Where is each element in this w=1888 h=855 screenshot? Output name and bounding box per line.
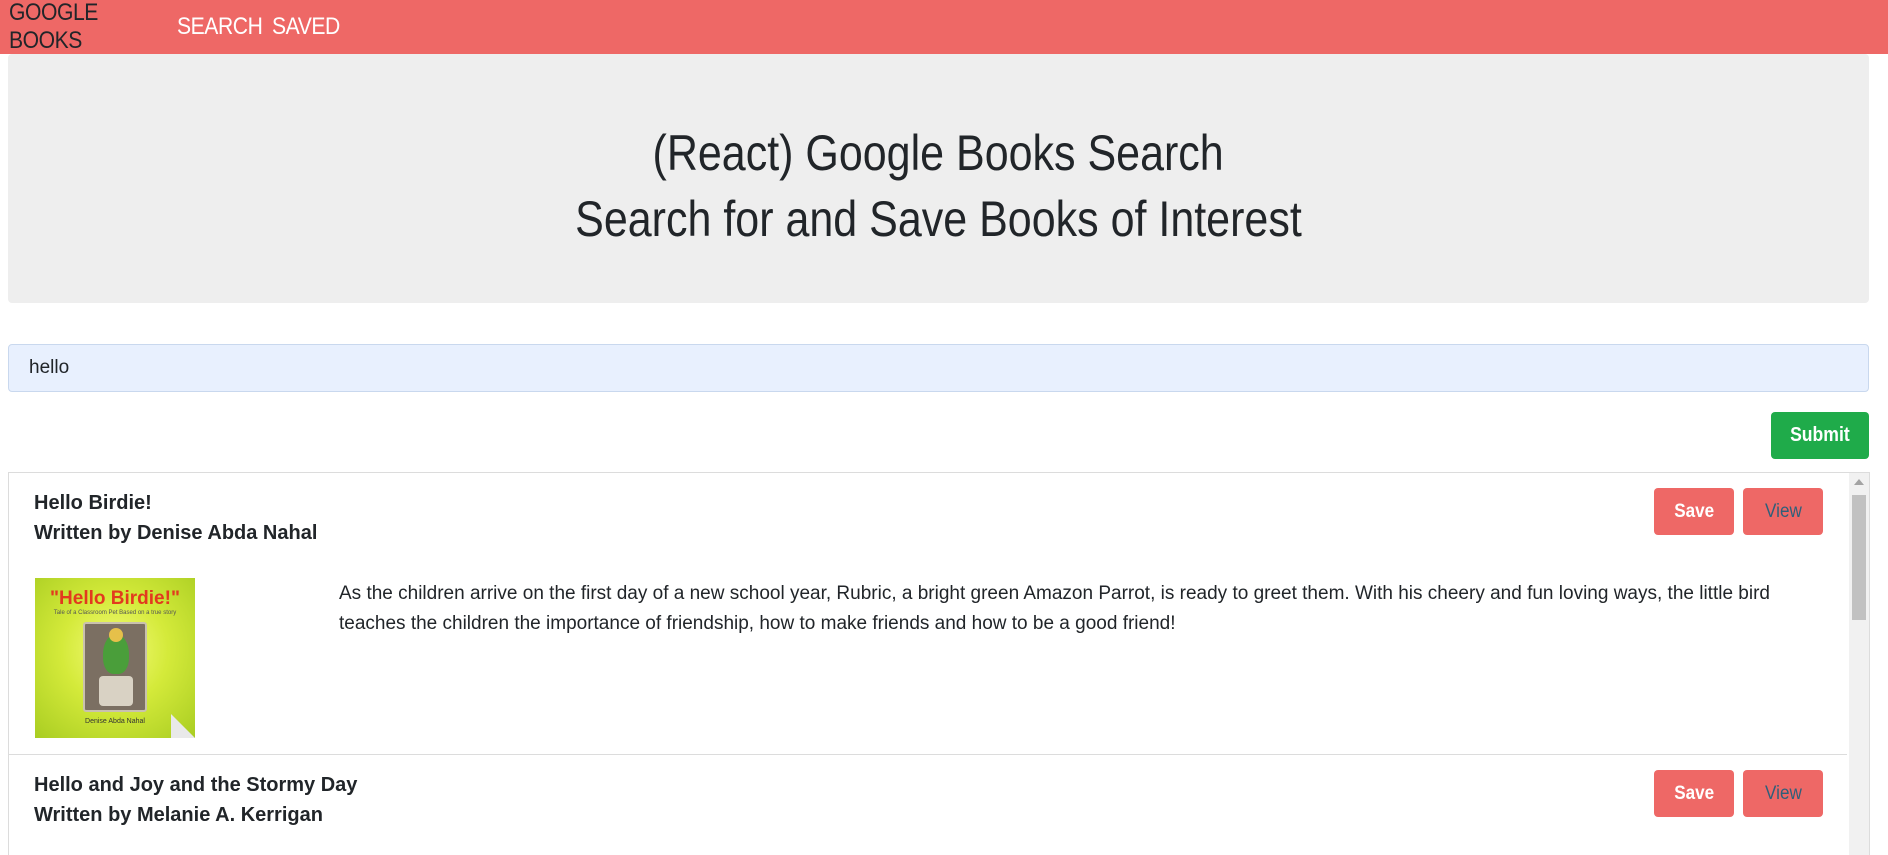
nav-brand[interactable]: GOOGLE BOOKS xyxy=(9,0,139,55)
save-button[interactable]: Save xyxy=(1654,488,1734,535)
search-input[interactable] xyxy=(8,344,1869,392)
results-list: Hello Birdie! Written by Denise Abda Nah… xyxy=(8,472,1870,855)
cover-title: "Hello Birdie!" xyxy=(50,588,180,609)
view-label: View xyxy=(1764,500,1802,522)
page-title: (React) Google Books Search xyxy=(652,124,1225,181)
scroll-thumb[interactable] xyxy=(1852,495,1866,620)
view-button[interactable]: View xyxy=(1743,770,1823,817)
book-title: Hello and Joy and the Stormy Day xyxy=(34,774,358,796)
scroll-up-arrow-icon[interactable] xyxy=(1854,479,1864,485)
parrot-illustration xyxy=(103,628,129,674)
nav-link-search[interactable]: SEARCH xyxy=(177,13,263,41)
page-curl xyxy=(171,714,195,738)
cover-photo xyxy=(83,622,147,712)
book-author: Written by Denise Abda Nahal xyxy=(34,522,318,544)
view-button[interactable]: View xyxy=(1743,488,1823,535)
jumbotron: (React) Google Books Search Search for a… xyxy=(8,54,1869,303)
book-author: Written by Melanie A. Kerrigan xyxy=(34,804,323,826)
nav-link-saved[interactable]: SAVED xyxy=(272,13,340,41)
cover-subtitle: Tale of a Classroom Pet Based on a true … xyxy=(53,610,177,616)
save-button[interactable]: Save xyxy=(1654,770,1734,817)
book-card: Hello Birdie! Written by Denise Abda Nah… xyxy=(9,473,1847,755)
page-subtitle: Search for and Save Books of Interest xyxy=(575,190,1302,247)
navbar: GOOGLE BOOKS SEARCH SAVED xyxy=(0,0,1888,54)
view-label: View xyxy=(1764,782,1802,804)
submit-label: Submit xyxy=(1790,424,1850,446)
submit-button[interactable]: Submit xyxy=(1771,412,1869,459)
cup-illustration xyxy=(99,676,133,706)
save-label: Save xyxy=(1674,500,1714,522)
save-label: Save xyxy=(1674,782,1714,804)
book-title: Hello Birdie! xyxy=(34,492,152,514)
book-card: Hello and Joy and the Stormy Day Written… xyxy=(9,755,1847,855)
book-cover-image: "Hello Birdie!" Tale of a Classroom Pet … xyxy=(35,578,195,738)
book-description: As the children arrive on the first day … xyxy=(339,583,1770,634)
results-scrollbar[interactable] xyxy=(1849,473,1869,855)
